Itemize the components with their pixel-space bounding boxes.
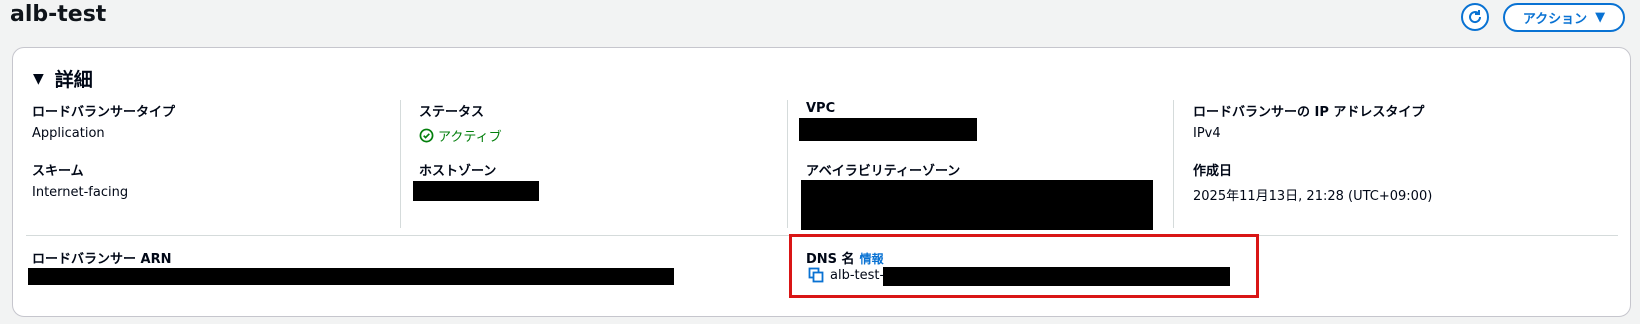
- field-scheme: スキーム Internet-facing: [32, 160, 128, 200]
- field-value: Internet-facing: [32, 185, 129, 200]
- field-value: IPv4: [1193, 126, 1221, 141]
- column-divider: [400, 100, 401, 228]
- details-header[interactable]: ▼ 詳細: [33, 65, 93, 92]
- page-title: alb-test: [10, 2, 107, 27]
- field-label: VPC: [806, 101, 836, 116]
- check-circle-icon: [419, 128, 434, 143]
- details-panel: ▼ 詳細 ロードバランサータイプ Application スキーム Intern…: [12, 47, 1631, 317]
- field-vpc: VPC: [806, 101, 835, 116]
- column-divider: [1173, 100, 1174, 228]
- field-label: ホストゾーン: [419, 164, 497, 179]
- field-label: ロードバランサータイプ: [32, 105, 176, 120]
- field-created: 作成日 2025年11月13日, 21:28 (UTC+09:00): [1193, 160, 1432, 204]
- actions-button-label: アクション: [1522, 12, 1588, 27]
- field-az: アベイラビリティーゾーン: [806, 160, 960, 179]
- status-indicator: アクティブ: [419, 126, 502, 145]
- field-status: ステータス アクティブ: [419, 101, 502, 145]
- column-divider: [787, 100, 788, 228]
- field-label: ロードバランサー ARN: [32, 252, 172, 267]
- field-label: 作成日: [1193, 164, 1233, 179]
- actions-button[interactable]: アクション ▼: [1503, 3, 1625, 32]
- status-text: アクティブ: [438, 130, 502, 145]
- highlight-box: [789, 234, 1259, 298]
- redacted-value: [801, 180, 1153, 230]
- field-ip-type: ロードバランサーの IP アドレスタイプ IPv4: [1193, 101, 1424, 141]
- refresh-button[interactable]: [1461, 3, 1489, 31]
- redacted-value: [413, 181, 539, 201]
- field-label: ロードバランサーの IP アドレスタイプ: [1193, 105, 1425, 120]
- field-lb-type: ロードバランサータイプ Application: [32, 101, 175, 141]
- field-label: スキーム: [32, 164, 84, 179]
- field-value: 2025年11月13日, 21:28 (UTC+09:00): [1193, 189, 1433, 204]
- chevron-down-icon: ▼: [1595, 10, 1606, 25]
- field-hosted-zone: ホストゾーン: [419, 160, 496, 179]
- field-arn: ロードバランサー ARN: [32, 248, 171, 267]
- caret-down-icon: ▼: [33, 70, 44, 87]
- refresh-icon: [1469, 10, 1482, 24]
- redacted-value: [799, 118, 977, 141]
- field-label: ステータス: [419, 105, 485, 120]
- redacted-value: [28, 268, 674, 285]
- field-label: アベイラビリティーゾーン: [806, 164, 961, 179]
- field-value: Application: [32, 126, 105, 141]
- details-title: 詳細: [54, 69, 93, 91]
